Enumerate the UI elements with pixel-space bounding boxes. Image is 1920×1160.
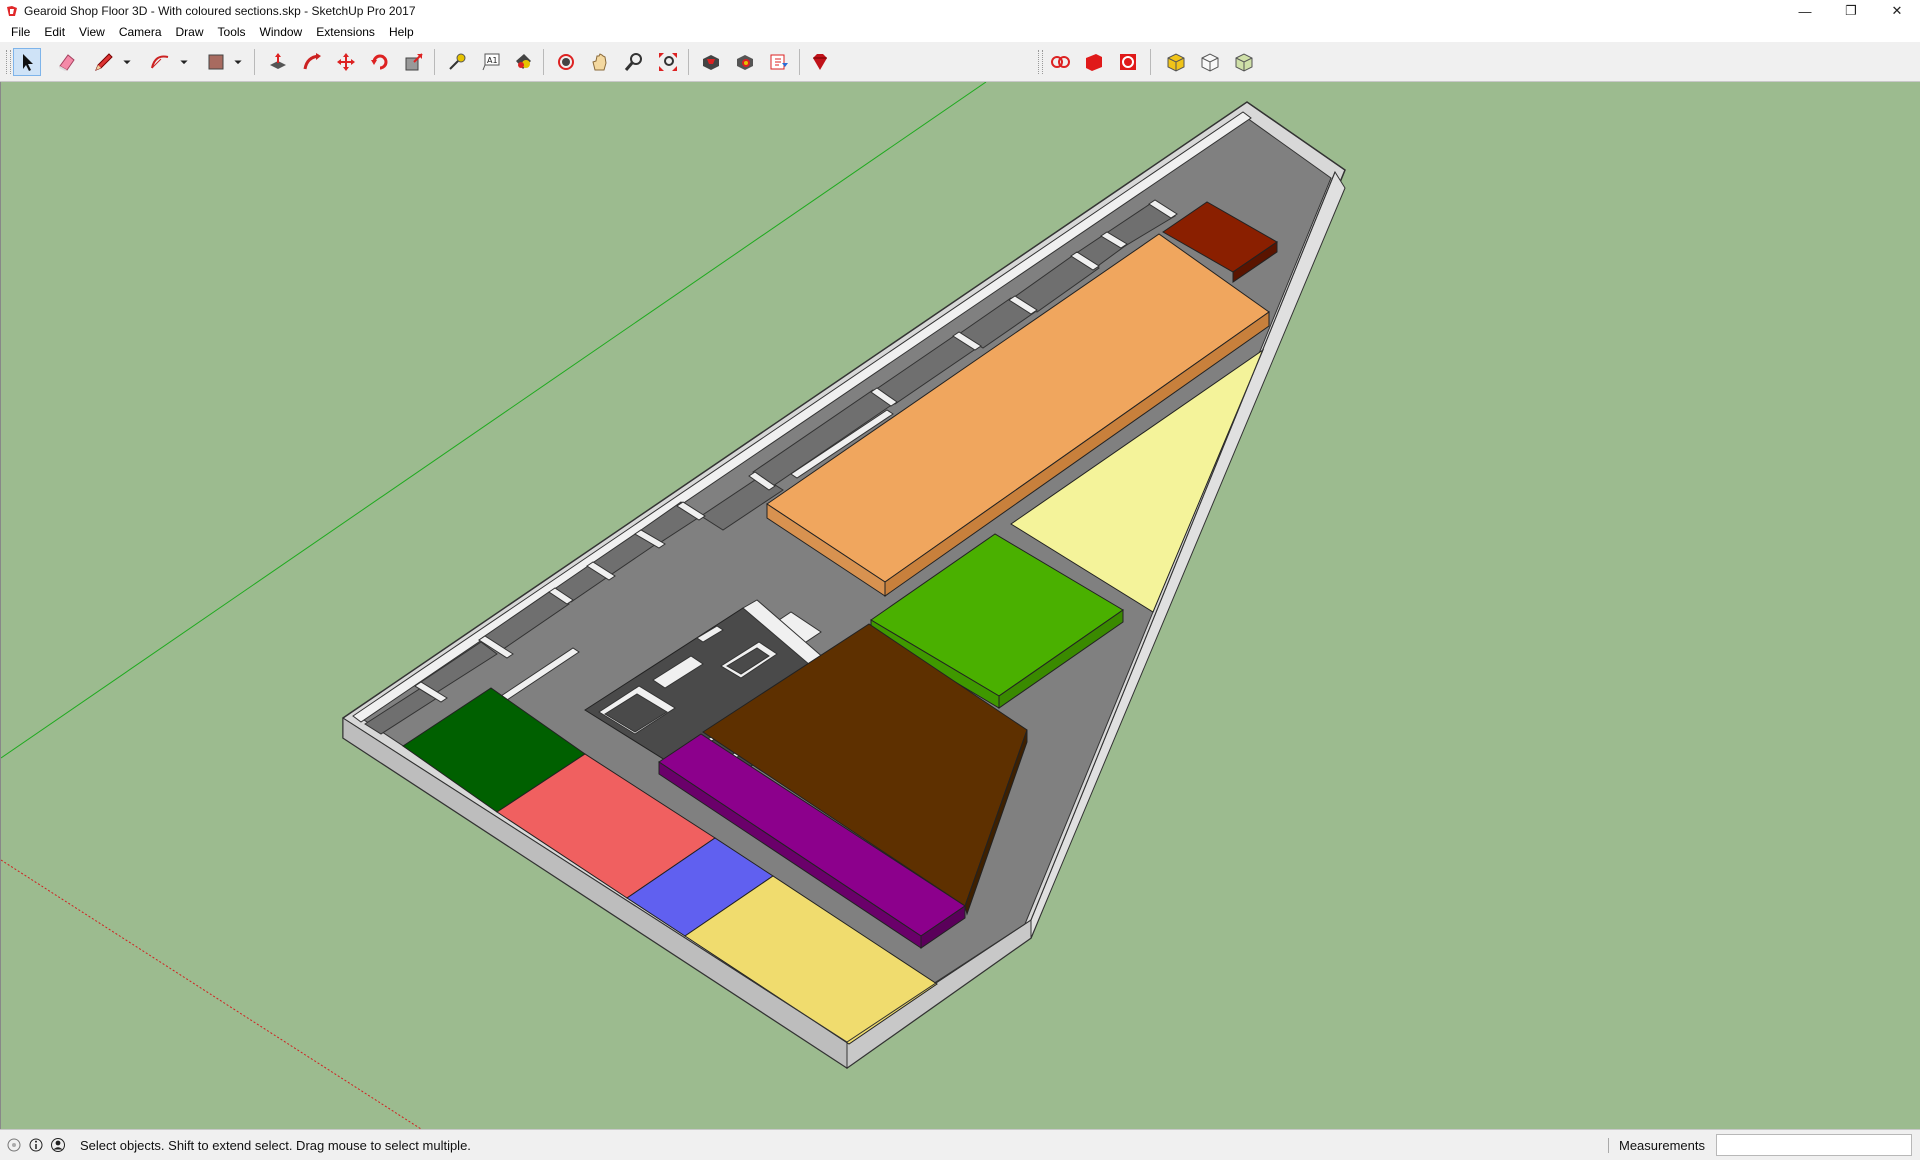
- menu-camera[interactable]: Camera: [112, 25, 169, 39]
- menu-draw[interactable]: Draw: [169, 25, 211, 39]
- minimize-button[interactable]: —: [1782, 0, 1828, 22]
- component-green-icon: [1235, 53, 1253, 72]
- 3d-warehouse-button[interactable]: [697, 48, 725, 76]
- component-white-icon: [1201, 53, 1219, 72]
- menu-extensions[interactable]: Extensions: [309, 25, 382, 39]
- arc-tool-button[interactable]: [146, 48, 174, 76]
- svg-text:A1: A1: [487, 56, 498, 65]
- menu-edit[interactable]: Edit: [37, 25, 72, 39]
- paint-bucket-icon: [516, 54, 531, 69]
- section-fill-icon: [1086, 54, 1102, 71]
- move-tool-button[interactable]: [332, 48, 360, 76]
- toolbar-separator: [799, 49, 800, 75]
- component-green-button[interactable]: [1230, 48, 1258, 76]
- component-yellow-button[interactable]: [1162, 48, 1190, 76]
- layout-send-icon: [770, 54, 788, 70]
- orbit-icon: [558, 54, 574, 70]
- tape-measure-icon: [449, 53, 466, 70]
- eraser-icon: [59, 54, 75, 71]
- tape-measure-tool-button[interactable]: [443, 48, 471, 76]
- send-to-layout-button[interactable]: [765, 48, 793, 76]
- extension-warehouse-icon: [737, 55, 753, 70]
- 3d-viewport[interactable]: [0, 82, 1920, 1129]
- line-tool-button[interactable]: [90, 48, 118, 76]
- component-white-button[interactable]: [1196, 48, 1224, 76]
- 3d-warehouse-icon: [703, 55, 719, 70]
- follow-me-tool-button[interactable]: [298, 48, 326, 76]
- close-button[interactable]: ✕: [1874, 0, 1920, 22]
- status-bar: Select objects. Shift to extend select. …: [0, 1129, 1920, 1160]
- extension-warehouse-button[interactable]: [731, 48, 759, 76]
- arc-dropdown-button[interactable]: [176, 48, 192, 76]
- rotate-icon: [371, 54, 388, 70]
- menu-bar: File Edit View Camera Draw Tools Window …: [0, 22, 1920, 42]
- shapes-dropdown-button[interactable]: [230, 48, 246, 76]
- toolbar-grip[interactable]: [1038, 50, 1043, 74]
- menu-view[interactable]: View: [72, 25, 112, 39]
- rotate-tool-button[interactable]: [366, 48, 394, 76]
- pencil-line-icon: [95, 53, 113, 71]
- text-icon: A1: [482, 53, 500, 71]
- section-display-toggle-button[interactable]: [1114, 48, 1142, 76]
- push-pull-icon: [270, 53, 286, 69]
- extension-manager-icon: [813, 54, 827, 70]
- geo-location-icon[interactable]: [6, 1137, 22, 1153]
- scale-icon: [405, 53, 423, 71]
- toolbar-separator: [434, 49, 435, 75]
- move-icon: [337, 53, 355, 71]
- red-axis: [1, 859, 422, 1129]
- component-yellow-icon: [1167, 53, 1185, 72]
- menu-file[interactable]: File: [4, 25, 37, 39]
- credits-info-icon[interactable]: [28, 1137, 44, 1153]
- arc-icon: [151, 55, 169, 69]
- sketchup-app-icon: [7, 6, 17, 16]
- rectangle-shape-icon: [208, 54, 224, 70]
- follow-me-icon: [303, 53, 321, 70]
- toolbar-separator: [1150, 49, 1151, 75]
- eraser-tool-button[interactable]: [53, 48, 81, 76]
- menu-tools[interactable]: Tools: [211, 25, 253, 39]
- zoom-tool-button[interactable]: [620, 48, 648, 76]
- chevron-down-icon: [180, 60, 188, 65]
- restore-button[interactable]: ❐: [1828, 0, 1874, 22]
- zoom-icon: [624, 53, 642, 71]
- pan-hand-icon: [592, 53, 607, 71]
- shapes-tool-button[interactable]: [202, 48, 230, 76]
- pan-tool-button[interactable]: [586, 48, 614, 76]
- menu-help[interactable]: Help: [382, 25, 421, 39]
- section-plane-icon: [1051, 56, 1070, 68]
- chevron-down-icon: [123, 60, 131, 65]
- measurements-label: Measurements: [1608, 1138, 1705, 1153]
- paint-bucket-tool-button[interactable]: [509, 48, 537, 76]
- chevron-down-icon: [234, 60, 242, 65]
- zoom-extents-icon: [659, 53, 677, 71]
- model-scene[interactable]: [1, 82, 1920, 1129]
- title-bar: Gearoid Shop Floor 3D - With coloured se…: [0, 0, 1920, 22]
- push-pull-tool-button[interactable]: [264, 48, 292, 76]
- window-title: Gearoid Shop Floor 3D - With coloured se…: [24, 4, 416, 18]
- scale-tool-button[interactable]: [400, 48, 428, 76]
- text-tool-button[interactable]: A1: [477, 48, 505, 76]
- section-plane-tool-button[interactable]: [1046, 48, 1074, 76]
- measurements-input[interactable]: [1716, 1134, 1912, 1156]
- toolbar-separator: [254, 49, 255, 75]
- orbit-tool-button[interactable]: [552, 48, 580, 76]
- toolbar-separator: [688, 49, 689, 75]
- status-hint-text: Select objects. Shift to extend select. …: [80, 1137, 471, 1153]
- menu-window[interactable]: Window: [253, 25, 310, 39]
- user-account-icon[interactable]: [50, 1137, 66, 1153]
- select-tool-button[interactable]: [13, 48, 41, 76]
- zoom-extents-tool-button[interactable]: [654, 48, 682, 76]
- section-display-icon: [1120, 54, 1136, 70]
- line-dropdown-button[interactable]: [119, 48, 135, 76]
- section-fill-toggle-button[interactable]: [1080, 48, 1108, 76]
- toolbar-grip[interactable]: [6, 50, 11, 74]
- select-arrow-icon: [23, 54, 33, 71]
- extension-manager-button[interactable]: [806, 48, 834, 76]
- main-toolbar: A1: [0, 42, 1920, 82]
- toolbar-separator: [543, 49, 544, 75]
